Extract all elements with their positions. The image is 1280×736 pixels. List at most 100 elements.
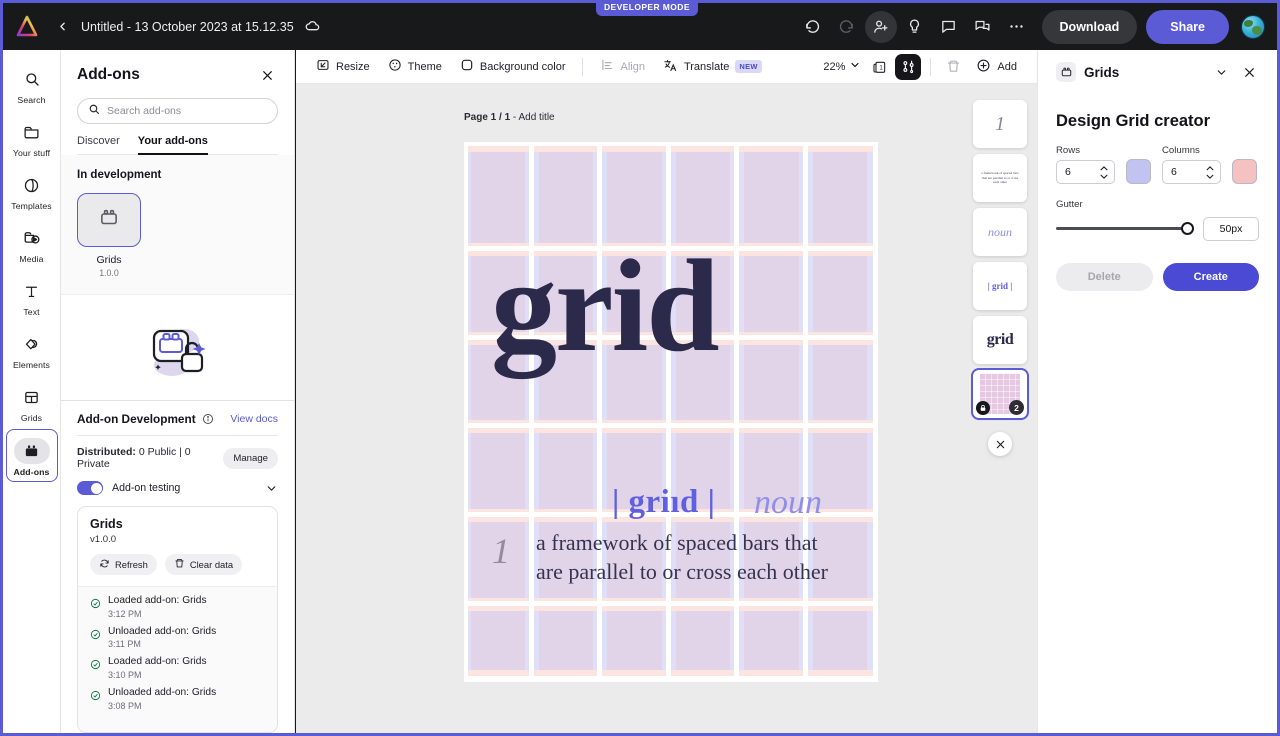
sidebar-item-search[interactable]: Search: [6, 58, 58, 109]
columns-label: Columns: [1162, 145, 1221, 156]
chevron-up-icon[interactable]: [1099, 165, 1109, 172]
back-button[interactable]: [49, 14, 75, 40]
document-title[interactable]: Untitled - 13 October 2023 at 15.12.35: [81, 20, 294, 34]
sidebar-item-add-ons[interactable]: Add-ons: [6, 429, 58, 482]
addons-panel: Add-ons Discover Your add-ons In develop…: [61, 50, 295, 733]
add-person-icon[interactable]: [865, 11, 897, 43]
sidebar-item-your-stuff[interactable]: Your stuff: [6, 111, 58, 162]
theme-button[interactable]: Theme: [380, 54, 450, 80]
definition-text[interactable]: a framework of spaced bars that are para…: [536, 528, 836, 586]
sense-number-text[interactable]: 1: [492, 530, 510, 572]
page-thumbnail[interactable]: grid: [973, 316, 1027, 364]
chevron-down-icon[interactable]: [1211, 62, 1231, 82]
sidebar-item-grids[interactable]: Grids: [6, 376, 58, 427]
rows-stepper[interactable]: 6: [1056, 160, 1115, 184]
manage-button[interactable]: Manage: [223, 448, 278, 469]
page-thumbnail[interactable]: a framework of spaced bars that are para…: [973, 154, 1027, 202]
view-docs-link[interactable]: View docs: [230, 413, 278, 425]
grid-actions: Delete Create: [1056, 263, 1259, 291]
translate-button[interactable]: Translate NEW: [655, 54, 770, 80]
resize-button[interactable]: Resize: [308, 54, 378, 80]
redo-icon[interactable]: [831, 11, 863, 43]
page-count-icon[interactable]: 1: [867, 54, 893, 80]
page-thumbnail-grid[interactable]: 2: [973, 370, 1027, 418]
sidebar-item-templates[interactable]: Templates: [6, 164, 58, 215]
clear-data-button[interactable]: Clear data: [165, 554, 242, 575]
lightbulb-icon[interactable]: [899, 11, 931, 43]
search-add-ons-field[interactable]: [77, 98, 278, 124]
editor-toolbar: Resize Theme Background color Align Tra: [296, 50, 1037, 84]
divider: [77, 435, 278, 436]
background-color-button[interactable]: Background color: [452, 54, 574, 80]
sidebar-label: Elements: [13, 360, 50, 370]
part-of-speech-text[interactable]: noun: [754, 484, 822, 522]
columns-field: Columns 6: [1162, 145, 1221, 184]
share-button[interactable]: Share: [1146, 10, 1229, 44]
chevron-down-icon[interactable]: [1205, 173, 1215, 180]
page-thumbnail[interactable]: 1: [973, 100, 1027, 148]
refresh-button[interactable]: Refresh: [90, 554, 157, 575]
pronunciation-text[interactable]: | griıd |: [612, 484, 715, 521]
page-thumbnail[interactable]: | grid |: [973, 262, 1027, 310]
chat-icon[interactable]: [967, 11, 999, 43]
zoom-control[interactable]: 22%: [819, 54, 865, 80]
rows-value: 6: [1065, 166, 1071, 178]
canva-logo-icon[interactable]: [13, 13, 41, 41]
sidebar-item-text[interactable]: Text: [6, 270, 58, 321]
developer-mode-badge: DEVELOPER MODE: [596, 0, 698, 16]
slider-knob[interactable]: [1181, 222, 1194, 235]
page-label[interactable]: Page 1 / 1 - Add title: [464, 112, 555, 123]
addon-development-header: Add-on Development View docs: [77, 412, 278, 426]
left-rail: Search Your stuff Templates Media Text: [3, 50, 61, 733]
align-label: Align: [620, 61, 644, 73]
close-icon[interactable]: [256, 64, 278, 86]
gutter-input[interactable]: 50px: [1203, 217, 1259, 241]
log-entry-body: Unloaded add-on: Grids 3:11 PM: [108, 626, 216, 650]
canvas-area[interactable]: Page 1 / 1 - Add title: [296, 84, 1037, 733]
columns-color-swatch[interactable]: [1232, 159, 1257, 184]
addon-testing-toggle[interactable]: [77, 481, 103, 495]
undo-icon[interactable]: [797, 11, 829, 43]
folder-icon: [15, 119, 49, 145]
lock-icon[interactable]: [976, 401, 990, 415]
chevron-down-icon[interactable]: [1099, 173, 1109, 180]
gutter-slider[interactable]: [1056, 218, 1193, 240]
download-button[interactable]: Download: [1042, 10, 1138, 44]
search-input[interactable]: [107, 105, 267, 117]
design-page[interactable]: grid | griıd | noun 1 a framework of spa…: [464, 142, 878, 682]
sidebar-item-elements[interactable]: Elements: [6, 323, 58, 374]
log-message: Loaded add-on: Grids: [108, 656, 207, 668]
log-entry: Unloaded add-on: Grids 3:08 PM: [90, 687, 265, 711]
log-entry-body: Loaded add-on: Grids 3:10 PM: [108, 656, 207, 680]
addons-icon: [14, 438, 50, 464]
comment-icon[interactable]: [933, 11, 965, 43]
create-grid-button[interactable]: Create: [1163, 263, 1260, 291]
headword-text[interactable]: grid: [491, 240, 718, 372]
more-horizontal-icon[interactable]: [1001, 11, 1033, 43]
rows-color-swatch[interactable]: [1126, 159, 1151, 184]
palette-icon: [388, 58, 402, 75]
tab-discover[interactable]: Discover: [77, 135, 120, 155]
page-title-placeholder: - Add title: [510, 112, 554, 123]
sidebar-item-media[interactable]: Media: [6, 217, 58, 268]
gutter-label: Gutter: [1056, 199, 1259, 210]
add-page-button[interactable]: Add: [968, 54, 1025, 80]
chevron-up-icon[interactable]: [1205, 165, 1215, 172]
panel-title: Add-ons: [77, 66, 140, 84]
sidebar-label: Templates: [11, 201, 52, 211]
close-thumbnails-button[interactable]: [988, 432, 1012, 456]
page-thumbnail[interactable]: noun: [973, 208, 1027, 256]
info-icon[interactable]: [202, 413, 214, 425]
addon-development-title-group: Add-on Development: [77, 412, 214, 426]
addon-testing-label: Add-on testing: [112, 482, 256, 494]
columns-stepper[interactable]: 6: [1162, 160, 1221, 184]
log-message: Unloaded add-on: Grids: [108, 687, 216, 699]
chevron-down-icon[interactable]: [265, 482, 278, 495]
tab-your-add-ons[interactable]: Your add-ons: [138, 135, 208, 155]
dev-addon-card[interactable]: [77, 193, 141, 247]
avatar[interactable]: [1241, 15, 1265, 39]
log-time: 3:08 PM: [108, 701, 216, 711]
grid-view-icon[interactable]: [895, 54, 921, 80]
close-icon[interactable]: [1239, 62, 1259, 82]
gutter-field: Gutter 50px: [1056, 199, 1259, 241]
